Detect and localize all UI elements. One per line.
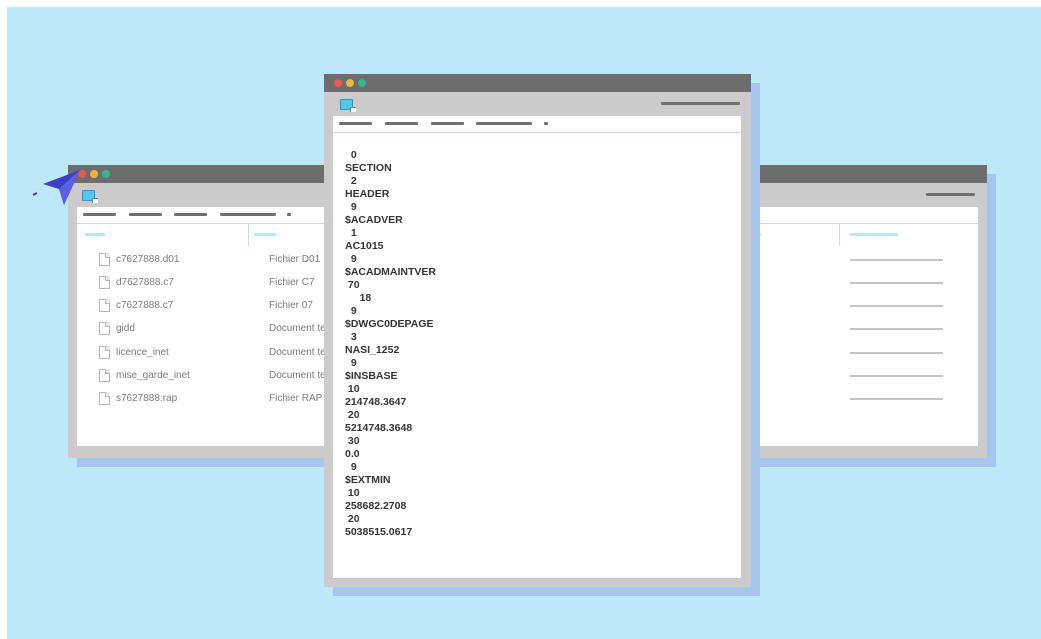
code-line: $ACADMAINTVER — [345, 266, 437, 278]
code-line: 5214748.3648 — [345, 422, 413, 434]
file-icon — [99, 392, 110, 405]
code-line: 9 — [345, 253, 357, 265]
date-placeholder — [850, 259, 943, 261]
code-line: SECTION — [345, 162, 392, 174]
code-line: 20 — [345, 409, 360, 421]
code-line: 1 — [345, 227, 357, 239]
menu-item-2[interactable] — [129, 213, 162, 216]
menu-item-2[interactable] — [385, 122, 418, 125]
date-placeholder — [850, 398, 943, 400]
list-item[interactable]: gidd Document texte — [99, 322, 339, 336]
menu-item-5[interactable] — [544, 122, 548, 125]
list-item[interactable]: mise_garde_inet Document texte — [99, 369, 339, 383]
file-name: gidd — [116, 323, 135, 334]
code-line: 9 — [345, 201, 357, 213]
maximize-dot-icon[interactable] — [358, 79, 366, 87]
column-separator[interactable] — [248, 224, 249, 246]
column-separator[interactable] — [839, 224, 840, 246]
code-line: 18 — [345, 292, 372, 304]
menu-item-1[interactable] — [339, 122, 372, 125]
cursor-arrow-icon — [33, 170, 80, 205]
code-line: 2 — [345, 175, 357, 187]
menu-item-1[interactable] — [83, 213, 116, 216]
list-item[interactable]: d7627888.c7 Fichier C7 — [99, 276, 339, 290]
maximize-dot-icon[interactable] — [102, 170, 110, 178]
menu-item-3[interactable] — [431, 122, 464, 125]
date-placeholder — [850, 352, 943, 354]
code-line: 9 — [345, 305, 357, 317]
code-line: 9 — [345, 461, 357, 473]
header-divider — [333, 132, 741, 133]
code-line: 20 — [345, 513, 360, 525]
code-line: $ACADVER — [345, 214, 403, 226]
file-icon — [99, 346, 110, 359]
list-item[interactable]: c7627888.c7 Fichier 07 — [99, 299, 339, 313]
list-item[interactable]: c7627888.d01 Fichier D01 — [99, 253, 339, 267]
minimize-dot-icon[interactable] — [346, 79, 354, 87]
app-icon — [340, 99, 356, 112]
file-type: Fichier 07 — [269, 300, 313, 311]
close-dot-icon[interactable] — [334, 79, 342, 87]
code-line: 0 — [345, 149, 357, 161]
front-window-titlebar — [324, 74, 751, 92]
code-line: HEADER — [345, 188, 390, 200]
menu-item-5[interactable] — [287, 213, 291, 216]
code-line: 10 — [345, 383, 360, 395]
file-icon — [99, 299, 110, 312]
code-line: 9 — [345, 357, 357, 369]
date-placeholder — [850, 375, 943, 377]
column-header-modified[interactable] — [850, 233, 898, 236]
code-line: $EXTMIN — [345, 474, 391, 486]
code-line: 10 — [345, 487, 360, 499]
code-line: 0.0 — [345, 448, 360, 460]
code-line: 5038515.0617 — [345, 526, 413, 538]
date-placeholder — [850, 328, 943, 330]
file-name: c7627888.c7 — [116, 300, 174, 311]
code-line: $INSBASE — [345, 370, 398, 382]
column-header-type[interactable] — [254, 233, 276, 236]
toolbar-line — [661, 102, 740, 105]
menu-item-4[interactable] — [220, 213, 276, 216]
file-type: Fichier D01 — [269, 254, 321, 265]
file-type: Fichier C7 — [269, 277, 315, 288]
code-line: AC1015 — [345, 240, 384, 252]
file-icon — [99, 253, 110, 266]
list-item[interactable]: licence_inet Document texte — [99, 346, 339, 360]
file-icon — [99, 322, 110, 335]
dxf-text-content: 0 SECTION 2 HEADER 9 $ACADVER 1 AC1015 9… — [345, 149, 436, 539]
background-scene: c7627888.d01 Fichier D01 d7627888.c7 Fic… — [7, 7, 1041, 639]
toolbar-line — [926, 193, 975, 196]
file-name: s7627888.rap — [116, 393, 178, 404]
date-placeholder — [850, 305, 943, 307]
list-item[interactable]: s7627888.rap Fichier RAP — [99, 392, 339, 406]
code-line: $DWGC0DEPAGE — [345, 318, 434, 330]
file-name: d7627888.c7 — [116, 277, 174, 288]
column-header-name[interactable] — [85, 233, 105, 236]
code-line: 214748.3647 — [345, 396, 407, 408]
file-icon — [99, 369, 110, 382]
date-placeholder — [850, 282, 943, 284]
front-window: 0 SECTION 2 HEADER 9 $ACADVER 1 AC1015 9… — [324, 74, 751, 587]
code-line: 3 — [345, 331, 357, 343]
code-line: NASI_1252 — [345, 344, 400, 356]
code-line: 70 — [345, 279, 360, 291]
file-name: c7627888.d01 — [116, 254, 180, 265]
file-name: mise_garde_inet — [116, 370, 190, 381]
code-line: 258682.2708 — [345, 500, 407, 512]
menu-item-4[interactable] — [476, 122, 532, 125]
menu-item-3[interactable] — [174, 213, 207, 216]
file-name: licence_inet — [116, 347, 169, 358]
file-icon — [99, 276, 110, 289]
code-line: 30 — [345, 435, 360, 447]
file-type: Fichier RAP — [269, 393, 323, 404]
